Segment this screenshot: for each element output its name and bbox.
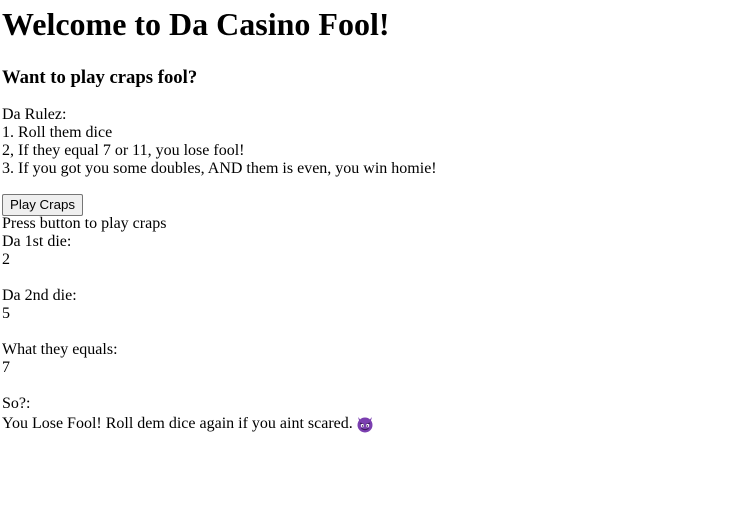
die2-value: 5 bbox=[2, 305, 10, 322]
rule-item-3: 3. If you got you some doubles, AND them… bbox=[2, 160, 437, 177]
rules-section: Da Rulez: 1. Roll them dice 2, If they e… bbox=[2, 106, 437, 178]
page-subtitle: Want to play craps fool? bbox=[2, 67, 198, 88]
verdict-label: So?: bbox=[2, 395, 31, 412]
rules-heading: Da Rulez: bbox=[2, 106, 67, 123]
die2-label: Da 2nd die: bbox=[2, 287, 77, 304]
results-section: Press button to play craps Da 1st die: 2… bbox=[2, 215, 374, 435]
sum-label: What they equals: bbox=[2, 341, 118, 358]
sum-value: 7 bbox=[2, 359, 10, 376]
rule-item-2: 2, If they equal 7 or 11, you lose fool! bbox=[2, 142, 245, 159]
verdict-row: You Lose Fool! Roll dem dice again if yo… bbox=[2, 413, 374, 435]
page-title: Welcome to Da Casino Fool! bbox=[2, 6, 390, 42]
die1-value: 2 bbox=[2, 251, 10, 268]
rule-item-1: 1. Roll them dice bbox=[2, 124, 113, 141]
verdict-text: You Lose Fool! Roll dem dice again if yo… bbox=[2, 415, 353, 432]
play-craps-button[interactable]: Play Craps bbox=[2, 194, 84, 216]
smiling-imp-emoji-icon bbox=[356, 415, 374, 433]
instruction-text: Press button to play craps bbox=[2, 215, 167, 232]
die1-label: Da 1st die: bbox=[2, 233, 72, 250]
